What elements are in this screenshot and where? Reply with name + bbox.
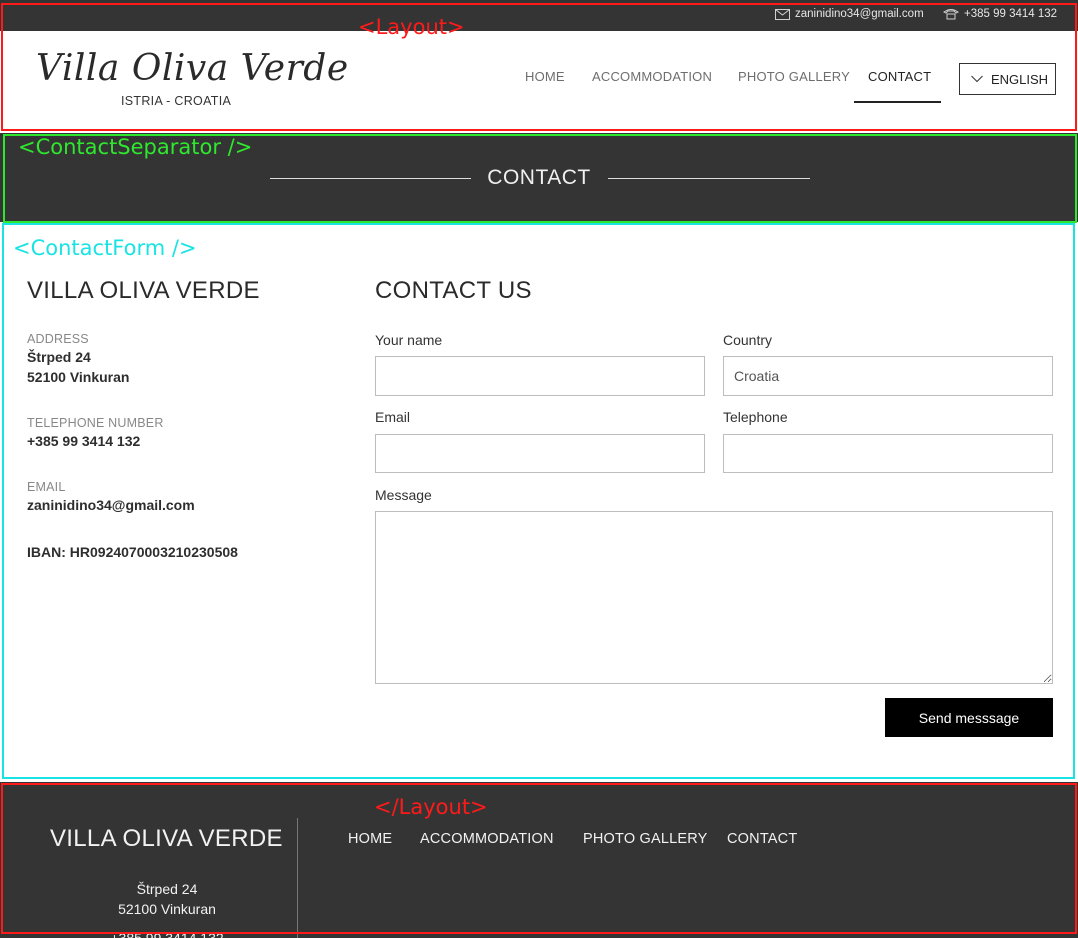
form-overlay-tag: <ContactForm /> bbox=[13, 236, 197, 260]
site-footer: VILLA OLIVA VERDE Štrped 24 52100 Vinkur… bbox=[0, 782, 1078, 938]
site-logo[interactable]: Villa Oliva Verde ISTRIA - CROATIA bbox=[36, 48, 349, 108]
footer-nav-photo-gallery[interactable]: PHOTO GALLERY bbox=[583, 831, 708, 847]
topbar-email[interactable]: zaninidino34@gmail.com bbox=[775, 8, 924, 20]
contact-section: VILLA OLIVA VERDE ADDRESS Štrped 24 5210… bbox=[0, 224, 1078, 780]
footer-address-line-2: 52100 Vinkuran bbox=[118, 901, 216, 917]
message-label: Message bbox=[375, 487, 432, 503]
form-title: CONTACT US bbox=[375, 277, 532, 304]
name-input[interactable] bbox=[375, 356, 705, 396]
top-bar: zaninidino34@gmail.com +385 99 3414 132 bbox=[0, 0, 1078, 31]
address-label: ADDRESS bbox=[27, 332, 89, 346]
footer-phone: +385 99 3414 132 bbox=[110, 930, 224, 938]
country-label: Country bbox=[723, 332, 773, 348]
nav-active-underline bbox=[854, 101, 941, 103]
nav-photo-gallery[interactable]: PHOTO GALLERY bbox=[738, 69, 850, 84]
address-line-2: 52100 Vinkuran bbox=[27, 369, 130, 385]
topbar-email-text: zaninidino34@gmail.com bbox=[795, 8, 924, 20]
separator-title: CONTACT bbox=[487, 166, 591, 189]
iban-value: IBAN: HR0924070003210230508 bbox=[27, 544, 238, 560]
footer-nav-accommodation[interactable]: ACCOMMODATION bbox=[420, 831, 554, 847]
email-value: zaninidino34@gmail.com bbox=[27, 497, 195, 513]
topbar-phone-text: +385 99 3414 132 bbox=[964, 8, 1058, 20]
layout-open-tag: <Layout> bbox=[358, 15, 465, 39]
telephone-label: Telephone bbox=[723, 409, 788, 425]
phone-value: +385 99 3414 132 bbox=[27, 433, 141, 449]
address-line-1: Štrped 24 bbox=[27, 349, 91, 365]
nav-contact[interactable]: CONTACT bbox=[868, 69, 931, 84]
email-field-label: Email bbox=[375, 409, 411, 425]
footer-divider bbox=[297, 818, 298, 938]
name-label: Your name bbox=[375, 332, 443, 348]
email-input[interactable] bbox=[375, 434, 705, 473]
country-input[interactable] bbox=[723, 356, 1053, 396]
topbar-phone[interactable]: +385 99 3414 132 bbox=[943, 8, 1057, 20]
footer-brand: VILLA OLIVA VERDE bbox=[50, 825, 283, 852]
info-title: VILLA OLIVA VERDE bbox=[27, 277, 260, 304]
chevron-down-icon bbox=[971, 75, 983, 83]
email-label: EMAIL bbox=[27, 480, 66, 494]
footer-nav-home[interactable]: HOME bbox=[348, 831, 392, 847]
layout-close-tag: </Layout> bbox=[374, 795, 488, 819]
telephone-icon bbox=[943, 9, 959, 20]
message-textarea[interactable] bbox=[375, 511, 1053, 684]
logo-script: Villa Oliva Verde bbox=[36, 48, 349, 89]
nav-accommodation[interactable]: ACCOMMODATION bbox=[592, 69, 712, 84]
separator-line-right bbox=[608, 178, 810, 179]
telephone-input[interactable] bbox=[723, 434, 1053, 473]
envelope-icon bbox=[775, 8, 790, 20]
footer-address-line-1: Štrped 24 bbox=[136, 881, 198, 897]
phone-label: TELEPHONE NUMBER bbox=[27, 416, 164, 430]
footer-nav-contact[interactable]: CONTACT bbox=[727, 831, 797, 847]
language-label: ENGLISH bbox=[991, 71, 1049, 87]
separator-overlay-tag: <ContactSeparator /> bbox=[18, 135, 253, 159]
nav-home[interactable]: HOME bbox=[525, 69, 565, 84]
site-header: Villa Oliva Verde ISTRIA - CROATIA HOME … bbox=[0, 31, 1078, 131]
send-message-button[interactable]: Send messsage bbox=[885, 698, 1053, 737]
language-selector[interactable]: ENGLISH bbox=[959, 63, 1056, 95]
logo-subtitle: ISTRIA - CROATIA bbox=[121, 94, 232, 108]
